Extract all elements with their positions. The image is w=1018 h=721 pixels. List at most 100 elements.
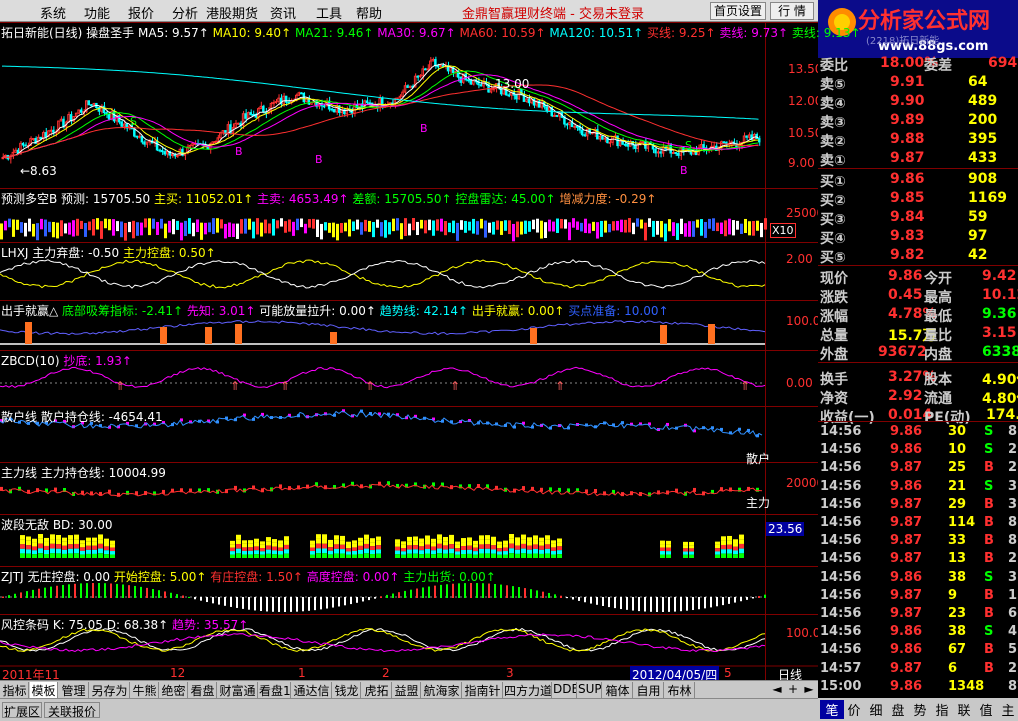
wave-bar — [683, 554, 688, 558]
wave-bar — [733, 539, 738, 544]
wave-bar — [230, 554, 235, 558]
template-tab-6[interactable]: 看盘 — [189, 682, 217, 698]
quote-cell: 最低 — [924, 309, 952, 325]
forecast-bar — [404, 218, 407, 236]
template-tab-15[interactable]: 四方力道 — [504, 682, 552, 698]
template-tab-11[interactable]: 虎拓 — [362, 682, 392, 698]
template-tab-5[interactable]: 绝密 — [160, 682, 188, 698]
wave-bar — [733, 546, 738, 551]
template-tab-14[interactable]: 指南针 — [463, 682, 503, 698]
wave-bar — [98, 548, 103, 554]
candle-body — [77, 109, 80, 114]
right-tab-4[interactable]: 势 — [908, 700, 932, 719]
sell-level-row: 卖③ 9.89 200 — [818, 112, 1018, 131]
template-tab-2[interactable]: 管理 — [59, 682, 89, 698]
scroll-left-button[interactable]: ◄ — [770, 682, 784, 698]
template-tab-10[interactable]: 钱龙 — [333, 682, 361, 698]
candle-body — [165, 150, 169, 155]
forecast-bar — [664, 223, 667, 242]
forecast-bar — [80, 220, 83, 229]
wave-bar — [272, 554, 277, 558]
template-tab-7[interactable]: 财富通 — [218, 682, 258, 698]
right-tab-3[interactable]: 盘 — [886, 700, 910, 719]
chart-area[interactable]: 13.00 ←8.63 B B B B S S ⇑ ⇑ ⇑ ⇑ ⇑ ⇑ ⇑ 拓日新能(日线) 操盘圣手 MA… — [0, 22, 861, 683]
right-tab-0[interactable]: 笔 — [820, 700, 844, 719]
right-tab-8[interactable]: 主 — [996, 700, 1018, 719]
wave-bar — [26, 540, 31, 546]
forecast-bar — [600, 220, 603, 237]
zjtj-bar — [662, 597, 664, 612]
right-tab-1[interactable]: 价 — [842, 700, 866, 719]
forecast-bar — [72, 220, 75, 237]
template-tab-1[interactable]: 模板 — [30, 682, 58, 698]
quote-cell: 114 — [948, 515, 976, 530]
template-tab-19[interactable]: 自用 — [634, 682, 664, 698]
forecast-bar — [360, 222, 363, 235]
quote-cell: 9 — [948, 587, 958, 603]
menu-3[interactable]: 分析 — [172, 3, 198, 22]
forecast-bar — [8, 218, 11, 228]
tick-row: 15:00 9.86 1348 87 — [818, 679, 1018, 697]
forecast-bar — [636, 218, 639, 227]
quote-cell: 14:56 — [820, 478, 862, 494]
quote-cell: 63383 — [982, 344, 1018, 360]
candle-body — [575, 125, 579, 128]
forecast-bar — [44, 219, 47, 237]
candle-body — [641, 141, 645, 144]
template-tab-17[interactable]: SUP — [578, 682, 602, 698]
template-tab-8[interactable]: 看盘1 — [259, 682, 291, 698]
right-tab-2[interactable]: 细 — [864, 700, 888, 719]
wave-bar — [461, 550, 466, 555]
menu-7[interactable]: 帮助 — [356, 3, 382, 22]
quote-cell: 9.91 — [890, 74, 925, 90]
menu-5[interactable]: 资讯 — [270, 3, 296, 22]
scroll-right-button[interactable]: ► — [802, 682, 816, 698]
wave-bar — [26, 549, 31, 554]
forecast-bar — [212, 218, 215, 235]
forecast-bar — [324, 222, 327, 231]
wave-bar — [20, 553, 25, 558]
wave-bar — [419, 538, 424, 543]
right-tab-5[interactable]: 指 — [930, 700, 954, 719]
wave-bar — [86, 549, 91, 554]
panel-title: ZJTJ 无庄控盘: 0.00 — [1, 570, 111, 584]
menu-0[interactable]: 系统 — [40, 3, 66, 22]
candle-body — [102, 105, 106, 114]
template-tab-3[interactable]: 另存为 — [90, 682, 130, 698]
menu-4[interactable]: 港股期货 — [206, 3, 258, 22]
candle-body — [722, 141, 726, 144]
right-tab-7[interactable]: 值 — [974, 700, 998, 719]
extension-area-tab[interactable]: 扩展区 — [2, 702, 42, 718]
menu-2[interactable]: 报价 — [128, 3, 154, 22]
template-tab-0[interactable]: 指标 — [1, 682, 29, 698]
quote-cell: 0.45 — [888, 287, 923, 303]
forecast-bar — [696, 219, 699, 228]
right-tab-6[interactable]: 联 — [952, 700, 976, 719]
candle-body — [259, 105, 263, 110]
menu-6[interactable]: 工具 — [316, 3, 342, 22]
candle-body — [553, 114, 556, 117]
wave-bar — [266, 553, 271, 558]
template-tab-9[interactable]: 通达信 — [292, 682, 332, 698]
menu-1[interactable]: 功能 — [84, 3, 110, 22]
wave-bar — [98, 534, 103, 540]
wave-bar — [230, 540, 235, 545]
panel-title: 预测多空B 预测: 15705.50 — [1, 192, 151, 206]
quote-cell: 买③ — [820, 212, 846, 228]
template-tab-12[interactable]: 益盟 — [393, 682, 421, 698]
template-tab-4[interactable]: 牛熊 — [131, 682, 159, 698]
quote-cell: 总量 — [820, 328, 848, 344]
template-tab-18[interactable]: 箱体 — [603, 682, 633, 698]
add-tab-button[interactable]: + — [786, 682, 800, 698]
quote-button[interactable]: 行 情 — [770, 2, 814, 20]
zjtj-bar — [74, 583, 76, 598]
tick-row: 14:56 9.87 114 B 8 — [818, 515, 1018, 533]
related-quote-tab[interactable]: 关联报价 — [44, 702, 100, 718]
template-tab-20[interactable]: 布林 — [665, 682, 695, 698]
wave-bar — [660, 554, 665, 558]
date-axis-label: 1 — [298, 666, 306, 680]
template-tab-13[interactable]: 航海家 — [422, 682, 462, 698]
candle-body — [14, 149, 17, 153]
template-tab-16[interactable]: DDE — [553, 682, 577, 698]
home-settings-button[interactable]: 首页设置 — [710, 2, 766, 20]
